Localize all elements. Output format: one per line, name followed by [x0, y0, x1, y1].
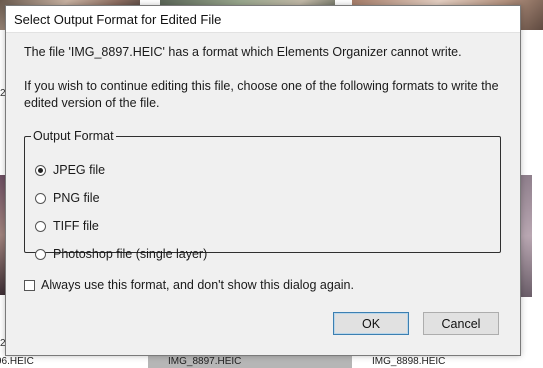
- thumbnail-caption-selected[interactable]: IMG_8897.HEIC: [148, 356, 352, 368]
- radio-tiff[interactable]: TIFF file: [35, 219, 99, 233]
- always-use-format-checkbox[interactable]: [24, 279, 35, 291]
- cancel-button[interactable]: Cancel: [423, 312, 499, 335]
- radio-label: Photoshop file (single layer): [53, 247, 208, 261]
- radio-label: JPEG file: [53, 163, 106, 177]
- thumbnail-caption: IMG_8898.HEIC: [372, 356, 446, 367]
- radio-label: TIFF file: [53, 219, 99, 233]
- dialog-titlebar[interactable]: Select Output Format for Edited File: [6, 6, 520, 33]
- instruction-message: If you wish to continue editing this fil…: [24, 79, 499, 110]
- radio-button-icon[interactable]: [35, 164, 46, 176]
- radio-button-icon[interactable]: [35, 192, 46, 204]
- radio-photoshop[interactable]: Photoshop file (single layer): [35, 247, 207, 261]
- output-format-label: Output Format: [33, 129, 114, 143]
- always-use-format-checkbox-row[interactable]: Always use this format, and don't show t…: [24, 278, 354, 292]
- radio-jpeg[interactable]: JPEG file: [35, 163, 105, 177]
- photo-thumbnail[interactable]: [520, 175, 532, 297]
- output-format-group: Output Format JPEG file PNG file TIFF fi…: [24, 129, 501, 261]
- output-format-dialog: Select Output Format for Edited File The…: [5, 5, 521, 356]
- radio-label: PNG file: [53, 191, 100, 205]
- dialog-title: Select Output Format for Edited File: [14, 11, 222, 27]
- checkbox-label: Always use this format, and don't show t…: [41, 278, 354, 292]
- ok-button[interactable]: OK: [333, 312, 409, 335]
- thumbnail-caption: 96.HEIC: [0, 356, 34, 367]
- radio-button-icon[interactable]: [35, 248, 46, 260]
- radio-png[interactable]: PNG file: [35, 191, 100, 205]
- format-warning-message: The file 'IMG_8897.HEIC' has a format wh…: [24, 45, 462, 59]
- radio-button-icon[interactable]: [35, 220, 46, 232]
